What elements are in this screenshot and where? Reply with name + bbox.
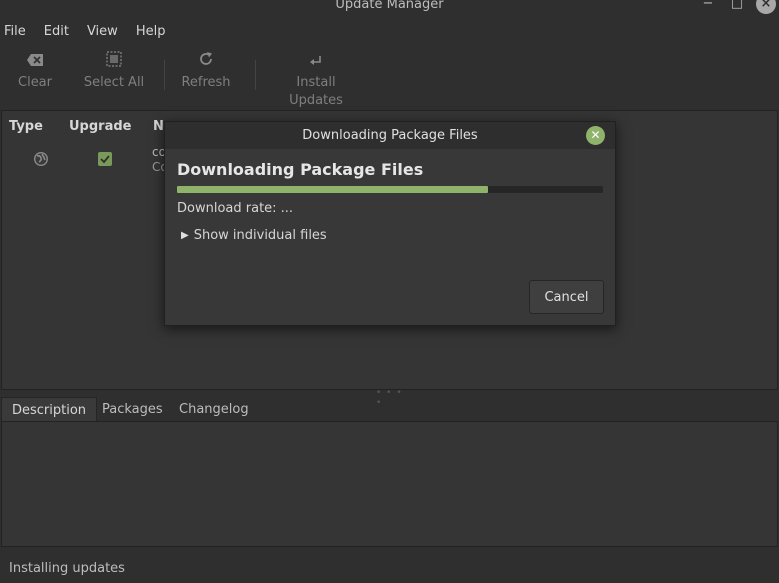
details-tabs: Description Packages Changelog [0,397,779,422]
pane-resize-handle[interactable]: • • • • [376,388,404,408]
expander-label: Show individual files [193,228,327,243]
tab-changelog[interactable]: Changelog [169,397,259,422]
install-updates-button[interactable]: Install Updates [268,50,364,110]
select-all-button[interactable]: Select All [82,50,146,92]
expand-triangle-icon: ▶ [181,230,189,241]
select-all-label: Select All [83,75,145,90]
title-bar: Update Manager − □ × [0,0,779,16]
column-upgrade[interactable]: Upgrade [69,119,131,134]
menu-view[interactable]: View [83,22,126,44]
clear-label: Clear [18,75,52,90]
dialog-close-icon[interactable]: ✕ [586,126,605,145]
download-rate: Download rate: ... [177,201,294,216]
menu-bar: File Edit View Help [0,22,179,44]
status-text: Installing updates [9,561,125,576]
tab-description[interactable]: Description [1,397,98,422]
refresh-icon [180,50,232,74]
enter-icon [268,50,364,74]
toolbar-separator [255,60,256,90]
maximize-icon[interactable]: □ [728,0,746,14]
description-panel [1,421,778,547]
backspace-icon [10,50,60,74]
tab-packages[interactable]: Packages [92,397,173,422]
download-progress-fill [177,186,488,193]
toolbar-separator [164,60,165,90]
menu-file[interactable]: File [0,22,34,44]
install-updates-label: Install Updates [289,75,343,108]
minimize-icon[interactable]: − [698,0,718,14]
upgrade-checkbox[interactable] [98,152,112,170]
window-title: Update Manager [335,0,444,12]
clear-button[interactable]: Clear [10,50,60,92]
dialog-heading: Downloading Package Files [177,160,424,179]
column-type[interactable]: Type [9,119,43,134]
show-files-expander[interactable]: ▶ Show individual files [181,228,327,243]
download-progress-bar [177,186,603,193]
refresh-label: Refresh [181,75,231,90]
dialog-title: Downloading Package Files [165,122,615,149]
menu-help[interactable]: Help [132,22,174,44]
menu-edit[interactable]: Edit [40,22,77,44]
refresh-button[interactable]: Refresh [180,50,232,92]
toolbar: Clear Select All Refresh Install Updates [0,50,779,108]
cancel-button[interactable]: Cancel [529,280,604,314]
download-dialog: Downloading Package Files ✕ Downloading … [164,121,616,326]
globe-icon [33,151,49,171]
select-all-icon [82,50,146,74]
